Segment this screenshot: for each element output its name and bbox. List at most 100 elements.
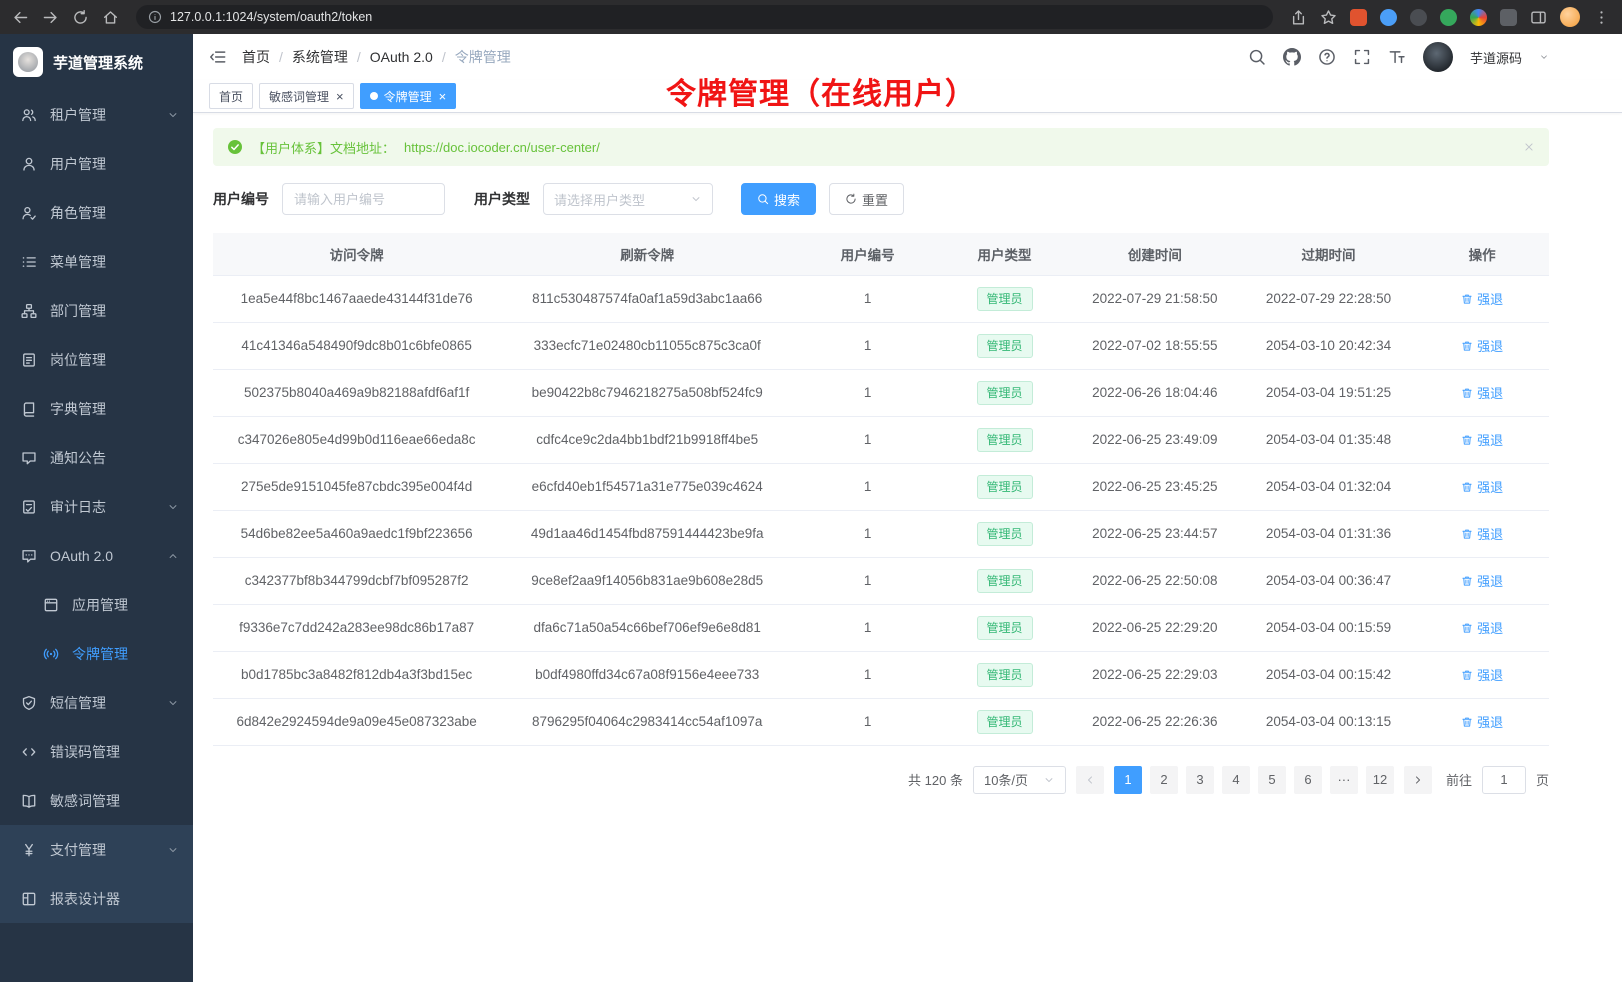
alert-doc-link[interactable]: https://doc.iocoder.cn/user-center/ (404, 140, 600, 155)
column-header: 用户类型 (941, 233, 1068, 275)
sidebar-item-pay[interactable]: 支付管理 (0, 825, 193, 874)
sidebar-item-role[interactable]: 角色管理 (0, 188, 193, 237)
sidebar-item-log[interactable]: 审计日志 (0, 482, 193, 531)
browser-reload-icon[interactable] (72, 9, 89, 26)
force-logout-link[interactable]: 强退 (1461, 618, 1503, 637)
fullscreen-icon[interactable] (1353, 48, 1371, 66)
user-id-cell: 1 (794, 510, 941, 557)
sidebar-item-menu[interactable]: 菜单管理 (0, 237, 193, 286)
force-logout-link[interactable]: 强退 (1461, 712, 1503, 731)
sidebar-item-sensitive[interactable]: 敏感词管理 (0, 776, 193, 825)
github-icon[interactable] (1283, 48, 1301, 66)
collapse-sidebar-icon[interactable] (209, 48, 227, 66)
sidebar-item-oauth[interactable]: OAuth 2.0 (0, 531, 193, 580)
tab-close-icon[interactable]: × (439, 90, 447, 103)
page-button-2[interactable]: 2 (1150, 766, 1178, 794)
tab-token[interactable]: 令牌管理× (360, 83, 457, 109)
force-logout-link[interactable]: 强退 (1461, 524, 1503, 543)
bookmark-star-icon[interactable] (1320, 9, 1337, 26)
page-size-caret-icon (1043, 774, 1055, 786)
global-search-icon[interactable] (1248, 48, 1266, 66)
page-button-4[interactable]: 4 (1222, 766, 1250, 794)
extension-icon-dark[interactable] (1410, 9, 1427, 26)
sidebar-item-label: OAuth 2.0 (50, 548, 154, 564)
column-header: 用户编号 (794, 233, 941, 275)
force-logout-link[interactable]: 强退 (1461, 383, 1503, 402)
browser-back-icon[interactable] (12, 9, 29, 26)
help-icon[interactable] (1318, 48, 1336, 66)
sidebar-item-label: 应用管理 (72, 595, 179, 615)
created-at-cell: 2022-06-25 23:45:25 (1068, 463, 1242, 510)
extension-icon-gray[interactable] (1500, 9, 1517, 26)
browser-menu-icon[interactable] (1593, 9, 1610, 26)
browser-profile-avatar[interactable] (1560, 7, 1580, 27)
force-logout-link[interactable]: 强退 (1461, 430, 1503, 449)
sidebar-item-notice[interactable]: 通知公告 (0, 433, 193, 482)
sidebar-item-app[interactable]: 应用管理 (0, 580, 193, 629)
reset-button[interactable]: 重置 (829, 183, 904, 215)
user-name[interactable]: 芋道源码 (1470, 48, 1522, 67)
sidebar-item-post[interactable]: 岗位管理 (0, 335, 193, 384)
extension-icon-blue[interactable] (1380, 9, 1397, 26)
sidebar-item-errcode[interactable]: 错误码管理 (0, 727, 193, 776)
sidebar-item-token[interactable]: 令牌管理 (0, 629, 193, 678)
column-header: 过期时间 (1242, 233, 1416, 275)
user-menu-caret-icon[interactable] (1539, 52, 1549, 62)
tab-close-icon[interactable]: × (336, 90, 344, 103)
user-avatar[interactable] (1423, 42, 1453, 72)
app-logo[interactable]: 芋道管理系统 (0, 34, 193, 90)
table-row: 1ea5e44f8bc1467aaede43144f31de76811c5304… (213, 275, 1549, 322)
sidebar-item-report[interactable]: 报表设计器 (0, 874, 193, 923)
extension-icon-green[interactable] (1440, 9, 1457, 26)
alert-close-icon[interactable] (1523, 141, 1535, 153)
force-logout-link[interactable]: 强退 (1461, 336, 1503, 355)
font-size-icon[interactable] (1388, 48, 1406, 66)
table-header-row: 访问令牌刷新令牌用户编号用户类型创建时间过期时间操作 (213, 233, 1549, 275)
search-button[interactable]: 搜索 (741, 183, 816, 215)
force-logout-link[interactable]: 强退 (1461, 477, 1503, 496)
page-button-6[interactable]: 6 (1294, 766, 1322, 794)
sidebar-item-label: 岗位管理 (50, 350, 179, 370)
search-button-icon (757, 193, 769, 205)
goto-label: 前往 (1446, 770, 1472, 789)
breadcrumb-item[interactable]: 系统管理 (292, 47, 348, 67)
extension-icon-red[interactable] (1350, 9, 1367, 26)
force-logout-link[interactable]: 强退 (1461, 571, 1503, 590)
page-button-3[interactable]: 3 (1186, 766, 1214, 794)
user-id-cell: 1 (794, 604, 941, 651)
extension-icon-colorful[interactable] (1470, 9, 1487, 26)
page-size-select[interactable]: 10条/页 (973, 766, 1066, 794)
next-page-button[interactable] (1404, 766, 1432, 794)
force-logout-link[interactable]: 强退 (1461, 289, 1503, 308)
prev-page-button[interactable] (1076, 766, 1104, 794)
sidebar-item-tenant[interactable]: 租户管理 (0, 90, 193, 139)
sidebar-item-user[interactable]: 用户管理 (0, 139, 193, 188)
sidebar-item-sms[interactable]: 短信管理 (0, 678, 193, 727)
page-ellipsis[interactable]: ··· (1330, 766, 1358, 794)
browser-forward-icon[interactable] (42, 9, 59, 26)
user-id-input[interactable] (282, 183, 445, 215)
sidebar-item-label: 报表设计器 (50, 889, 179, 909)
sidebar-item-dict[interactable]: 字典管理 (0, 384, 193, 433)
side-panel-icon[interactable] (1530, 9, 1547, 26)
tab-sensitive[interactable]: 敏感词管理× (259, 83, 354, 109)
sidebar: 芋道管理系统 租户管理用户管理角色管理菜单管理部门管理岗位管理字典管理通知公告审… (0, 34, 193, 982)
address-bar[interactable]: 127.0.0.1:1024/system/oauth2/token (136, 5, 1273, 29)
access-token-cell: 6d842e2924594de9a09e45e087323abe (213, 698, 500, 745)
sidebar-item-dept[interactable]: 部门管理 (0, 286, 193, 335)
page-button-5[interactable]: 5 (1258, 766, 1286, 794)
force-logout-link[interactable]: 强退 (1461, 665, 1503, 684)
tab-home[interactable]: 首页 (209, 83, 253, 109)
page-button-1[interactable]: 1 (1114, 766, 1142, 794)
page-button-12[interactable]: 12 (1366, 766, 1394, 794)
goto-page-input[interactable] (1482, 766, 1526, 794)
browser-home-icon[interactable] (102, 9, 119, 26)
refresh-token-cell: e6cfd40eb1f54571a31e775e039c4624 (500, 463, 794, 510)
chevron-down-icon (167, 697, 179, 709)
site-info-icon[interactable] (148, 10, 162, 24)
breadcrumb-item[interactable]: OAuth 2.0 (370, 49, 433, 65)
share-icon[interactable] (1290, 9, 1307, 26)
breadcrumb-item[interactable]: 首页 (242, 47, 270, 67)
user-type-select[interactable]: 请选择用户类型 (543, 183, 713, 215)
reset-button-label: 重置 (862, 190, 888, 209)
